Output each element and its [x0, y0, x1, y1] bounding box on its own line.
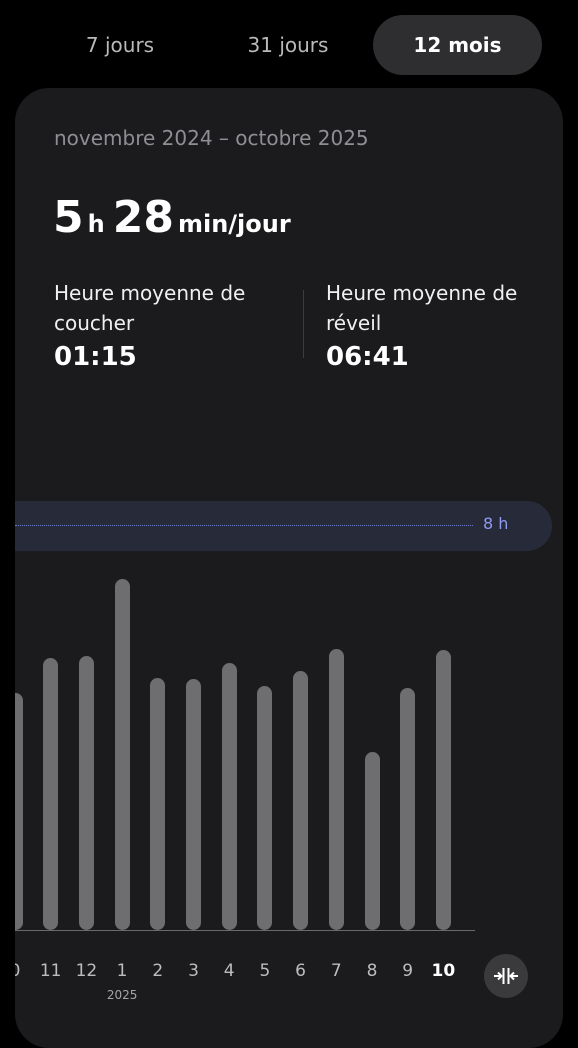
chart-bar[interactable]	[78, 656, 94, 930]
chart-bar[interactable]	[257, 685, 273, 930]
x-tick-label: 7	[330, 961, 342, 981]
average-wake-time: Heure moyenne de réveil 06:41	[326, 278, 556, 372]
average-hours: 5	[53, 192, 84, 243]
x-tick-label: 6	[295, 961, 306, 981]
x-tick-label: 9	[402, 961, 414, 981]
x-tick-label: 5	[259, 961, 271, 981]
chart-bar[interactable]	[435, 650, 451, 930]
zoom-toggle-button[interactable]	[484, 954, 528, 998]
x-tick-label: 4	[223, 961, 235, 981]
wake-label: Heure moyenne de réveil	[326, 281, 518, 335]
chart-bar[interactable]	[400, 687, 416, 930]
chart-bar[interactable]	[293, 671, 309, 930]
x-tick-label: 11	[39, 961, 62, 981]
chart-bar[interactable]	[364, 752, 380, 930]
average-minutes: 28	[112, 192, 174, 243]
x-tick-label: 1	[116, 961, 128, 981]
sleep-summary-card: novembre 2024 – octobre 2025 5 h 28 min/jou…	[15, 88, 563, 1048]
collapse-horizontal-icon	[494, 968, 518, 984]
x-tick-label: 8	[366, 961, 378, 981]
chart-bar[interactable]	[43, 658, 59, 930]
period-tabs: 7 jours 31 jours 12 mois	[36, 15, 542, 75]
chart-baseline	[15, 930, 475, 931]
x-tick-label: 12	[75, 961, 98, 981]
chart-bar[interactable]	[114, 579, 130, 930]
sleep-goal-band: 8 h	[15, 501, 552, 551]
goal-line	[15, 525, 473, 526]
wake-value: 06:41	[326, 342, 409, 372]
year-label: 2025	[106, 988, 138, 1002]
bedtime-value: 01:15	[54, 342, 137, 372]
chart-bar[interactable]	[150, 677, 166, 930]
chart-bar[interactable]	[221, 662, 237, 930]
minutes-unit: min/jour	[177, 210, 291, 238]
x-tick-label: 2	[152, 961, 164, 981]
tab-7-days[interactable]: 7 jours	[36, 15, 204, 75]
hours-unit: h	[87, 210, 105, 238]
period-label: novembre 2024 – octobre 2025	[54, 126, 369, 150]
stats-divider	[303, 290, 304, 358]
x-tick-label: 3	[188, 961, 199, 981]
tab-31-days[interactable]: 31 jours	[204, 15, 372, 75]
monthly-sleep-chart[interactable]: 01112120252345678910	[15, 558, 563, 1048]
tab-12-months[interactable]: 12 mois	[373, 15, 542, 75]
x-tick-label: 10	[431, 961, 456, 981]
average-sleep-duration: 5 h 28 min/jour	[53, 192, 299, 243]
bedtime-label: Heure moyenne de coucher	[54, 281, 246, 335]
chart-bar[interactable]	[186, 679, 201, 930]
chart-bar[interactable]	[328, 649, 344, 930]
goal-label: 8 h	[483, 514, 509, 533]
chart-bar[interactable]	[15, 693, 23, 930]
average-bedtime: Heure moyenne de coucher 01:15	[54, 278, 284, 372]
